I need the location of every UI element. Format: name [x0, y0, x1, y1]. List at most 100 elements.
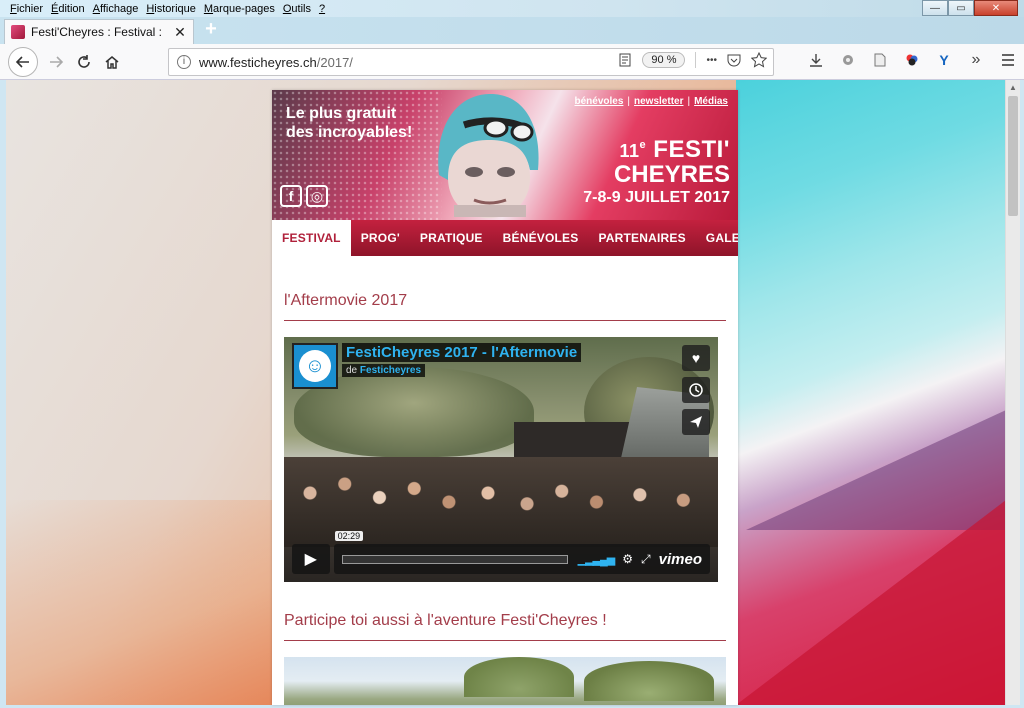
- menu-label: utils: [291, 2, 311, 15]
- menu-outils[interactable]: Outils: [279, 3, 315, 15]
- scroll-up-icon[interactable]: ▲: [1009, 83, 1017, 92]
- heart-icon: ♥: [691, 350, 701, 366]
- menu-affichage[interactable]: Affichage: [89, 3, 143, 15]
- link-separator: |: [687, 96, 691, 107]
- video-progress-bar[interactable]: [341, 554, 568, 564]
- nav-festival[interactable]: FESTIVAL: [272, 220, 351, 256]
- new-tab-button[interactable]: +: [200, 19, 222, 41]
- vimeo-logo[interactable]: vimeo: [659, 551, 702, 568]
- photo-tree: [464, 657, 574, 697]
- hamburger-menu-icon[interactable]: [998, 50, 1018, 70]
- site-main-nav: FESTIVAL PROG' PRATIQUE BÉNÉVOLES PARTEN…: [272, 220, 738, 256]
- url-bar-actions: 90 % •••: [618, 52, 767, 68]
- nav-galeries[interactable]: GALERIES: [696, 220, 738, 256]
- menu-edition[interactable]: Édition: [47, 3, 89, 15]
- play-icon: ▶: [304, 551, 317, 568]
- fullscreen-icon[interactable]: ⤢: [641, 552, 651, 567]
- site-favicon-icon: [11, 25, 25, 39]
- page-content: l'Aftermovie 2017 ☺ FestiCheyres 2017 - …: [272, 256, 738, 705]
- back-button[interactable]: [8, 46, 38, 77]
- like-button[interactable]: ♥: [682, 345, 710, 371]
- video-header: ☺ FestiCheyres 2017 - l'Aftermovie de Fe…: [292, 343, 582, 389]
- menu-historique[interactable]: Historique: [142, 3, 200, 15]
- menu-accesskey: A: [92, 2, 101, 15]
- site-banner: Le plus gratuit des incroyables! f ◎ bén…: [272, 90, 738, 220]
- arrow-left-icon: [15, 55, 29, 68]
- settings-gear-icon[interactable]: ⚙: [622, 552, 633, 566]
- nav-prog[interactable]: PROG': [351, 220, 410, 256]
- tagline-line-2: des incroyables!: [286, 124, 413, 141]
- section-title-aftermovie: l'Aftermovie 2017: [284, 256, 726, 321]
- watch-later-button[interactable]: [682, 377, 710, 403]
- reload-button[interactable]: [70, 48, 98, 76]
- menu-marque-pages[interactable]: Marque-pages: [200, 3, 279, 15]
- video-timecode: 02:29: [334, 531, 364, 541]
- bookmark-star-icon[interactable]: [751, 52, 767, 68]
- minimize-button[interactable]: —: [922, 0, 948, 16]
- home-icon: [105, 55, 119, 69]
- site-info-icon[interactable]: i: [177, 55, 191, 69]
- background-shape: [6, 500, 276, 705]
- tab-festicheyres[interactable]: Festi'Cheyres : Festival : ✕: [4, 19, 194, 44]
- festival-name-2: CHEYRES: [613, 161, 730, 188]
- nav-pratique[interactable]: PRATIQUE: [410, 220, 493, 256]
- festival-edition-block: 11e FESTI' CHEYRES 7-8-9 JUILLET 2017: [583, 136, 730, 207]
- edition-number: 11: [619, 141, 640, 161]
- y-extension-icon[interactable]: Y: [934, 50, 954, 70]
- forward-button[interactable]: [42, 48, 70, 76]
- zoom-level-badge[interactable]: 90 %: [642, 52, 686, 68]
- play-button[interactable]: ▶: [292, 544, 330, 574]
- channel-avatar[interactable]: ☺: [292, 343, 338, 389]
- video-title[interactable]: FestiCheyres 2017 - l'Aftermovie: [342, 343, 582, 362]
- site-page: Le plus gratuit des incroyables! f ◎ bén…: [272, 90, 738, 705]
- scroll-thumb[interactable]: [1008, 96, 1018, 216]
- video-side-actions: ♥: [682, 345, 710, 435]
- video-author-link[interactable]: Festicheyres: [360, 365, 421, 376]
- video-control-bar: 02:29 ▁▂▃▄▅ ⚙ ⤢ vimeo: [333, 531, 710, 574]
- page-actions-icon[interactable]: •••: [706, 55, 717, 66]
- link-benevoles[interactable]: bénévoles: [574, 96, 623, 107]
- pocket-icon[interactable]: [727, 53, 741, 67]
- facebook-icon[interactable]: f: [280, 185, 302, 207]
- video-meta: FestiCheyres 2017 - l'Aftermovie de Fest…: [342, 343, 582, 389]
- url-bar[interactable]: i www.festicheyres.ch/2017/ 90 % •••: [168, 48, 774, 76]
- maximize-button[interactable]: ▭: [948, 0, 974, 16]
- close-window-button[interactable]: ✕: [974, 0, 1018, 16]
- downloads-icon[interactable]: [806, 50, 826, 70]
- video-player[interactable]: ☺ FestiCheyres 2017 - l'Aftermovie de Fe…: [284, 337, 718, 582]
- tab-strip: Festi'Cheyres : Festival : ✕ +: [0, 17, 1024, 44]
- menu-label: ffichage: [100, 2, 139, 15]
- window-titlebar: Fichier Édition Affichage Historique Mar…: [0, 0, 1024, 17]
- color-extension-icon[interactable]: [902, 50, 922, 70]
- menu-fichier[interactable]: Fichier: [6, 3, 47, 15]
- festival-name-1: FESTI': [653, 136, 730, 163]
- tab-title: Festi'Cheyres : Festival :: [31, 25, 162, 39]
- reader-view-icon[interactable]: [618, 53, 632, 67]
- menu-label: arque-pages: [213, 2, 275, 15]
- festival-dates: 7-8-9 JUILLET 2017: [583, 189, 730, 206]
- festival-photo: [284, 657, 726, 705]
- page-scrollbar[interactable]: ▲: [1005, 80, 1020, 705]
- url-host: www.festicheyres.ch: [199, 54, 317, 70]
- instagram-icon[interactable]: ◎: [306, 185, 328, 207]
- smiley-face-icon: ☺: [299, 350, 331, 382]
- extension-gear-icon[interactable]: [838, 50, 858, 70]
- social-links: f ◎: [280, 185, 328, 207]
- menu-accesskey: M: [203, 2, 214, 15]
- tab-close-icon[interactable]: ✕: [173, 24, 187, 41]
- page-icon[interactable]: [870, 50, 890, 70]
- url-bar-divider: [695, 52, 697, 68]
- nav-partenaires[interactable]: PARTENAIRES: [588, 220, 695, 256]
- volume-icon[interactable]: ▁▂▃▄▅: [578, 553, 616, 566]
- menu-accesskey: ?: [318, 2, 326, 15]
- overflow-chevrons-icon[interactable]: »: [966, 50, 986, 70]
- link-medias[interactable]: Médias: [694, 96, 728, 107]
- nav-benevoles[interactable]: BÉNÉVOLES: [493, 220, 589, 256]
- video-author-prefix: de: [346, 365, 358, 376]
- menu-label: dition: [58, 2, 85, 15]
- link-newsletter[interactable]: newsletter: [634, 96, 683, 107]
- home-button[interactable]: [98, 48, 126, 76]
- share-button[interactable]: [682, 409, 710, 435]
- menu-help[interactable]: ?: [315, 3, 329, 15]
- menu-label: ichier: [16, 2, 44, 15]
